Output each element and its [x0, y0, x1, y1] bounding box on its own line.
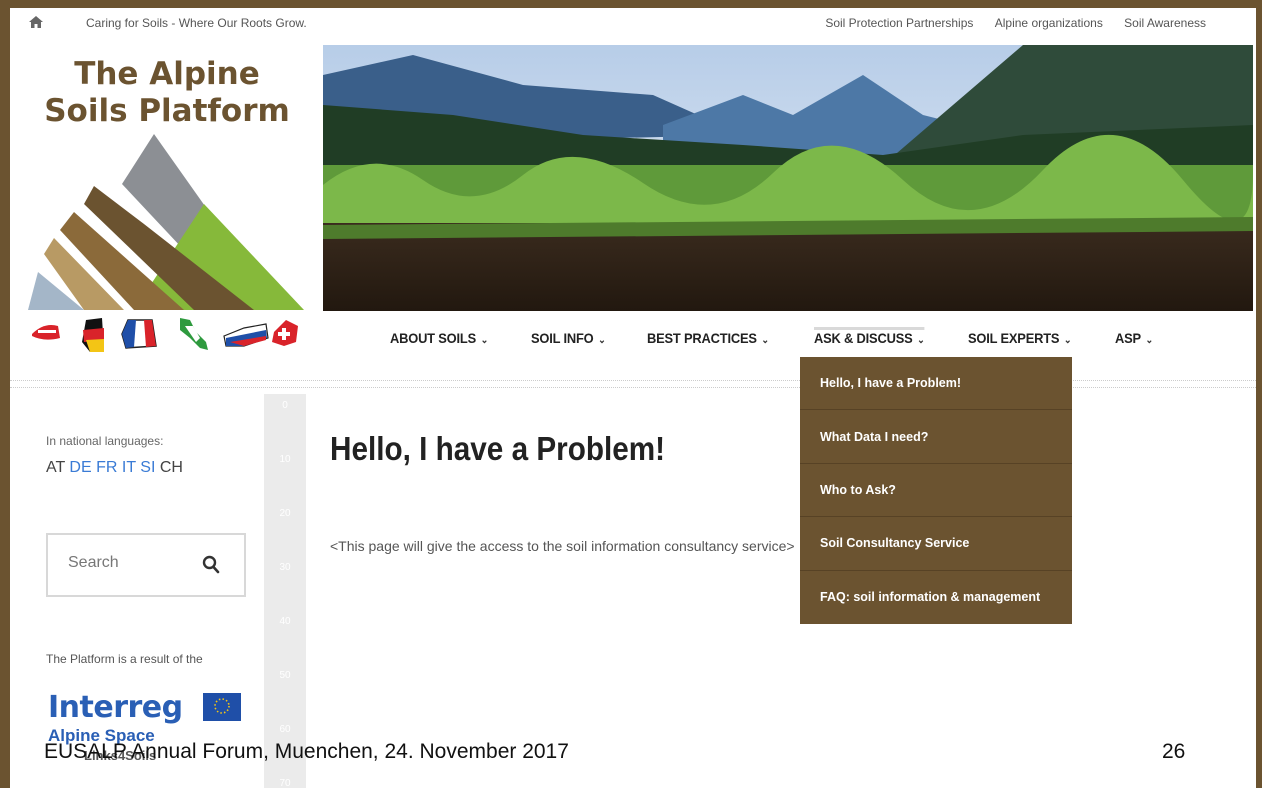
- logo-title-line1: The Alpine: [74, 56, 260, 92]
- menu-item-who-to-ask[interactable]: Who to Ask?: [800, 464, 1072, 518]
- chevron-down-icon: ⌄: [1145, 335, 1154, 346]
- menu-item-soil-consultancy[interactable]: Soil Consultancy Service: [800, 517, 1072, 571]
- nav-ask-discuss[interactable]: ASK & DISCUSS ⌄: [813, 327, 925, 346]
- search-input[interactable]: Search: [68, 554, 119, 572]
- lang-it[interactable]: IT: [122, 459, 136, 476]
- nav-best-practices[interactable]: BEST PRACTICES ⌄: [647, 330, 769, 346]
- chevron-down-icon: ⌄: [1064, 335, 1072, 346]
- ruler-tick: 60: [279, 724, 291, 735]
- ruler-tick: 0: [282, 400, 288, 411]
- menu-item-faq[interactable]: FAQ: soil information & management: [800, 571, 1072, 624]
- nav-label: ASK & DISCUSS: [813, 330, 913, 346]
- nav-about-soils[interactable]: ABOUT SOILS ⌄: [390, 330, 488, 346]
- site-tagline: Caring for Soils - Where Our Roots Grow.: [86, 16, 307, 30]
- chevron-down-icon: ⌄: [480, 335, 489, 346]
- ruler-overlay: 0 10 20 30 40 50 60 70: [264, 394, 306, 788]
- nav-soil-experts[interactable]: SOIL EXPERTS ⌄: [968, 330, 1072, 346]
- lang-de[interactable]: DE: [69, 459, 91, 476]
- page-title: Hello, I have a Problem!: [330, 430, 666, 467]
- eu-flag-icon: [203, 693, 241, 721]
- interreg-wordmark: Interreg: [48, 690, 183, 725]
- lang-si[interactable]: SI: [140, 459, 155, 476]
- slide-frame-left: [0, 0, 10, 788]
- toplink-soil-awareness[interactable]: Soil Awareness: [1124, 16, 1206, 30]
- lang-ch: CH: [159, 459, 183, 476]
- nav-label: SOIL INFO: [531, 330, 594, 346]
- toplink-alpine-organizations[interactable]: Alpine organizations: [995, 16, 1103, 30]
- site-logo-title[interactable]: The Alpine Soils Platform: [22, 56, 312, 130]
- slide-page-number: 26: [1162, 740, 1186, 763]
- ruler-tick: 20: [279, 508, 291, 519]
- main-nav: ABOUT SOILS ⌄ SOIL INFO ⌄ BEST PRACTICES ⌄ …: [390, 327, 1187, 357]
- nav-label: SOIL EXPERTS: [968, 330, 1060, 346]
- top-bar: Caring for Soils - Where Our Roots Grow.…: [10, 8, 1256, 40]
- ruler-tick: 10: [279, 454, 291, 465]
- interreg-logo[interactable]: Interreg Alpine Space Links4Soils: [48, 690, 241, 763]
- nav-label: BEST PRACTICES: [646, 330, 757, 346]
- toplink-soil-protection-partnerships[interactable]: Soil Protection Partnerships: [825, 16, 973, 30]
- ruler-tick: 50: [279, 670, 291, 681]
- slide-frame-right: [1256, 0, 1262, 788]
- page-body-text: <This page will give the access to the s…: [330, 538, 795, 554]
- national-languages-label: In national languages:: [46, 434, 164, 448]
- ruler-tick: 40: [279, 616, 291, 627]
- ask-discuss-dropdown: Hello, I have a Problem! What Data I nee…: [800, 357, 1072, 624]
- platform-result-text: The Platform is a result of the: [46, 652, 203, 666]
- chevron-down-icon: ⌄: [761, 335, 769, 346]
- lang-at: AT: [46, 459, 65, 476]
- top-links: Soil Protection Partnerships Alpine orga…: [807, 16, 1206, 30]
- chevron-down-icon: ⌄: [598, 335, 606, 346]
- country-flags-icon: [32, 318, 298, 352]
- search-icon[interactable]: [202, 555, 220, 575]
- search-box: Search: [46, 533, 246, 597]
- nav-asp[interactable]: ASP ⌄: [1115, 330, 1153, 346]
- home-icon[interactable]: [28, 15, 44, 29]
- lang-fr[interactable]: FR: [96, 459, 117, 476]
- logo-mountain-icon: [28, 134, 304, 310]
- slide-frame-top: [0, 0, 1262, 8]
- chevron-down-icon: ⌄: [916, 335, 925, 346]
- logo-title-line2: Soils Platform: [44, 93, 290, 129]
- nav-label: ABOUT SOILS: [390, 330, 477, 346]
- language-list: AT DE FR IT SI CH: [46, 459, 183, 477]
- ruler-tick: 30: [279, 562, 291, 573]
- slide-footer-text: EUSALP Annual Forum, Muenchen, 24. Novem…: [44, 740, 569, 763]
- header-banner-image: [323, 45, 1253, 311]
- menu-item-hello-problem[interactable]: Hello, I have a Problem!: [800, 357, 1072, 411]
- nav-label: ASP: [1115, 330, 1142, 346]
- ruler-tick: 70: [279, 778, 291, 788]
- menu-item-what-data[interactable]: What Data I need?: [800, 410, 1072, 464]
- nav-soil-info[interactable]: SOIL INFO ⌄: [531, 330, 606, 346]
